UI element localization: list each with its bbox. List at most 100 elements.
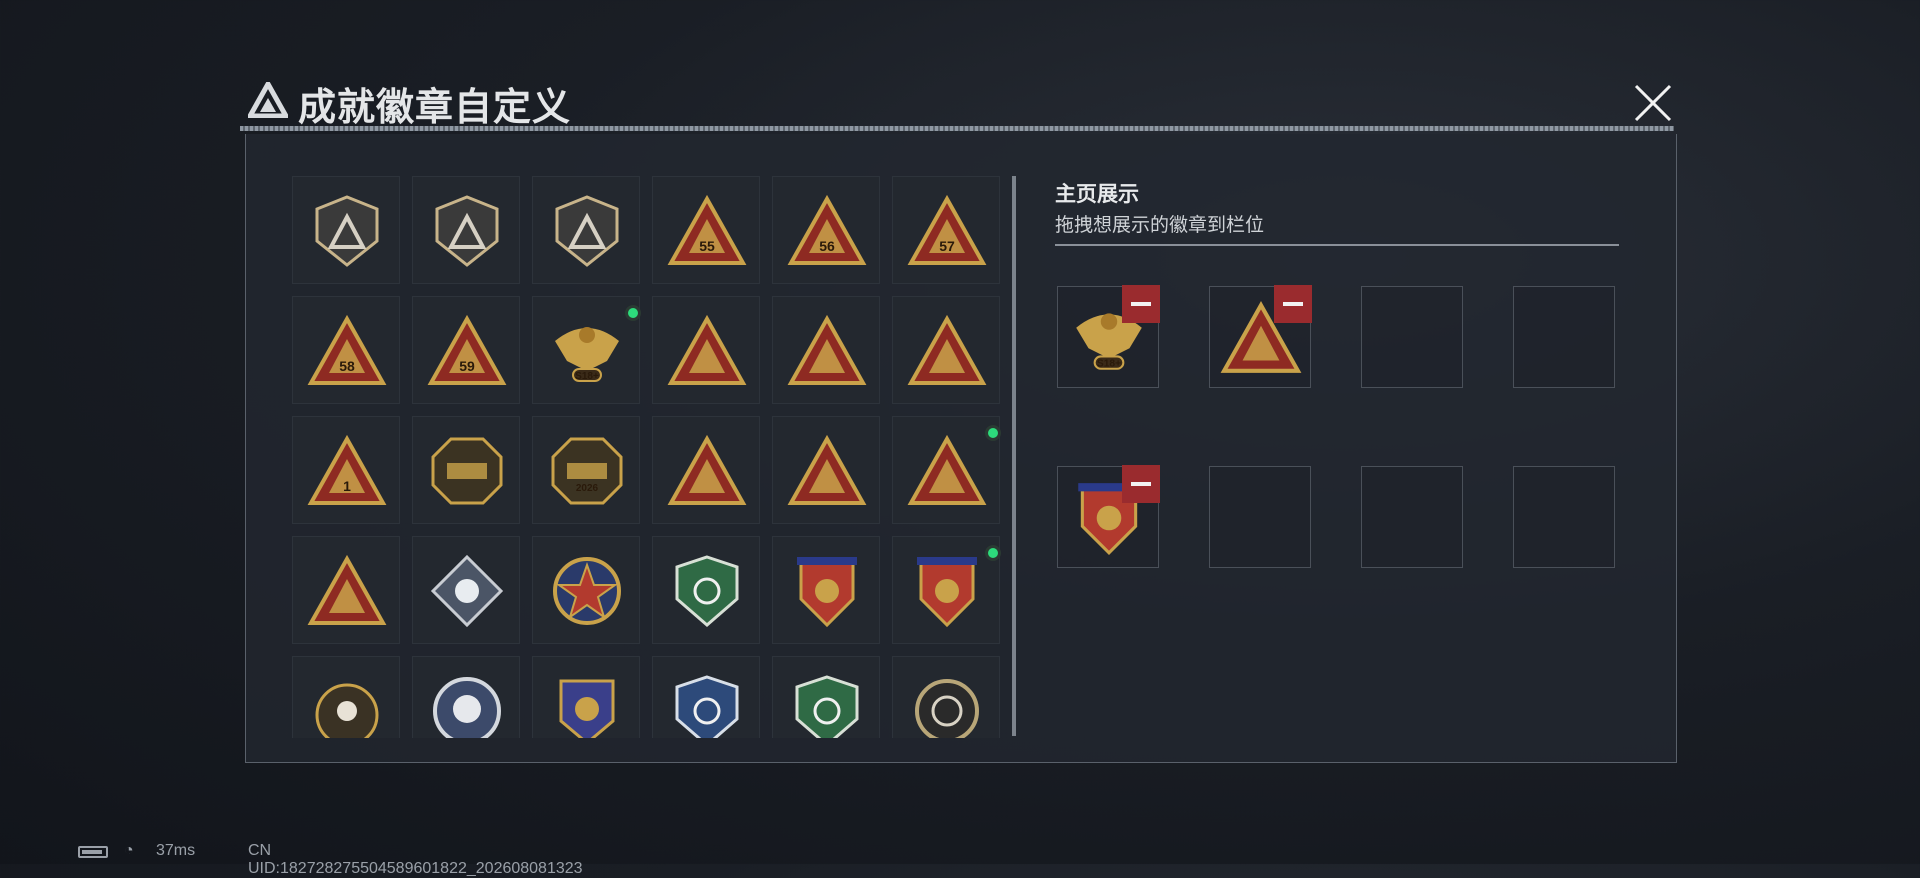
badge-label: 58 <box>339 358 355 374</box>
badge-round-dark-icon <box>915 679 979 738</box>
badge-triangle-icon <box>787 434 867 505</box>
badge-cell[interactable] <box>772 656 880 738</box>
wifi-icon: ◔ <box>124 842 134 859</box>
new-indicator <box>625 305 641 321</box>
display-slot[interactable] <box>1513 286 1615 388</box>
badge-cell[interactable] <box>652 536 760 644</box>
badge-triangle-icon <box>667 434 747 505</box>
badge-cell[interactable] <box>652 416 760 524</box>
title-divider <box>240 126 1674 131</box>
display-slot[interactable] <box>1361 466 1463 568</box>
badge-cell[interactable] <box>412 536 520 644</box>
badge-cell[interactable]: 58 <box>292 296 400 404</box>
badge-triangle-icon <box>667 314 747 385</box>
badge-triangle-icon <box>907 314 987 385</box>
badge-label: S18+ <box>1097 359 1121 370</box>
badge-triangle-icon: 58 <box>307 314 387 385</box>
display-slot[interactable] <box>1361 286 1463 388</box>
badge-cell[interactable]: 59 <box>412 296 520 404</box>
new-indicator <box>985 545 1001 561</box>
badge-cell[interactable] <box>772 416 880 524</box>
badge-cell[interactable]: 56 <box>772 176 880 284</box>
remove-button[interactable] <box>1122 465 1160 503</box>
badge-label: 1 <box>343 478 351 494</box>
badge-octagon-icon: 2026 <box>551 437 623 505</box>
badge-cell[interactable]: 2026 <box>532 416 640 524</box>
close-button[interactable] <box>1628 78 1678 128</box>
badge-triangle-icon: 56 <box>787 194 867 265</box>
badge-triangle-icon: 57 <box>907 194 987 265</box>
badge-cell[interactable]: S18+ <box>532 296 641 404</box>
minus-icon <box>1283 302 1303 306</box>
display-slot[interactable] <box>1209 466 1311 568</box>
display-slot[interactable] <box>1209 285 1312 388</box>
badge-star-round-icon <box>553 557 621 625</box>
remove-button[interactable] <box>1274 285 1312 323</box>
badge-cell[interactable]: 57 <box>892 176 1000 284</box>
display-slot[interactable]: S18+ <box>1057 285 1160 388</box>
page-title: 成就徽章自定义 <box>298 85 572 129</box>
battery-icon <box>78 846 108 858</box>
badge-wing-shield-icon <box>559 679 615 738</box>
badge-red-shield-icon <box>797 557 857 628</box>
title-bar: 成就徽章自定义 <box>240 72 1674 134</box>
badge-cell[interactable] <box>412 416 520 524</box>
minus-icon <box>1131 482 1151 486</box>
badge-eagle-icon: S18+ <box>555 327 619 382</box>
uid-text: CN UID:182728275504589601822_20260808132… <box>248 842 583 877</box>
badge-label: 59 <box>459 358 475 374</box>
badge-cell[interactable] <box>532 656 640 738</box>
badge-red-shield-icon <box>917 557 977 628</box>
delta-logo-icon <box>248 82 288 118</box>
badge-label: 56 <box>819 238 835 254</box>
badge-cell[interactable] <box>292 656 400 738</box>
badge-triangle-icon <box>787 314 867 385</box>
badge-octagon-icon <box>431 437 503 505</box>
badge-triangle-icon <box>307 554 387 625</box>
display-slot[interactable] <box>1057 465 1160 568</box>
badge-cell[interactable] <box>772 536 880 644</box>
badge-diamond-icon <box>430 554 504 628</box>
badge-round-icon <box>315 683 379 738</box>
badge-triangle-icon <box>907 434 987 505</box>
display-divider <box>1055 244 1619 246</box>
badge-cell[interactable] <box>532 176 640 284</box>
badge-cell[interactable] <box>892 536 1001 644</box>
badge-cell[interactable] <box>892 416 1001 524</box>
badge-cell[interactable] <box>892 656 1000 738</box>
badge-cell[interactable] <box>652 296 760 404</box>
badge-green-shield-icon <box>795 675 859 738</box>
display-slot[interactable] <box>1513 466 1615 568</box>
badge-shield-icon <box>315 195 379 267</box>
badge-cell[interactable] <box>892 296 1000 404</box>
badge-blue-shield-icon <box>675 675 739 738</box>
scrollbar[interactable] <box>1012 176 1016 736</box>
badge-cell[interactable] <box>532 536 640 644</box>
badge-label: 55 <box>699 238 715 254</box>
badge-cell[interactable] <box>292 176 400 284</box>
badge-green-shield-icon <box>675 555 739 627</box>
badge-round-silver-icon <box>433 677 501 738</box>
badge-cell[interactable] <box>772 296 880 404</box>
badge-cell[interactable] <box>412 656 520 738</box>
new-indicator <box>985 425 1001 441</box>
badge-cell[interactable] <box>292 536 400 644</box>
badge-label: 2026 <box>576 483 599 494</box>
badge-triangle-icon: 59 <box>427 314 507 385</box>
badge-cell[interactable] <box>652 656 760 738</box>
minus-icon <box>1131 302 1151 306</box>
badge-grid: 55 56 57 58 59 S18+ 1 2026 <box>292 176 1004 738</box>
display-section-title: 主页展示 <box>1055 182 1139 206</box>
badge-cell[interactable]: 1 <box>292 416 400 524</box>
display-section-subtitle: 拖拽想展示的徽章到栏位 <box>1055 214 1265 236</box>
badge-triangle-icon: 1 <box>307 434 387 505</box>
badge-cell[interactable]: 55 <box>652 176 760 284</box>
badge-dagger-shield-icon <box>555 195 619 267</box>
ping-text: 37ms <box>156 842 196 859</box>
badge-triangle-icon: 55 <box>667 194 747 265</box>
badge-label: 57 <box>939 238 955 254</box>
badge-cell[interactable] <box>412 176 520 284</box>
badge-label: S18+ <box>575 371 599 382</box>
badge-heli-shield-icon <box>435 195 499 267</box>
remove-button[interactable] <box>1122 285 1160 323</box>
